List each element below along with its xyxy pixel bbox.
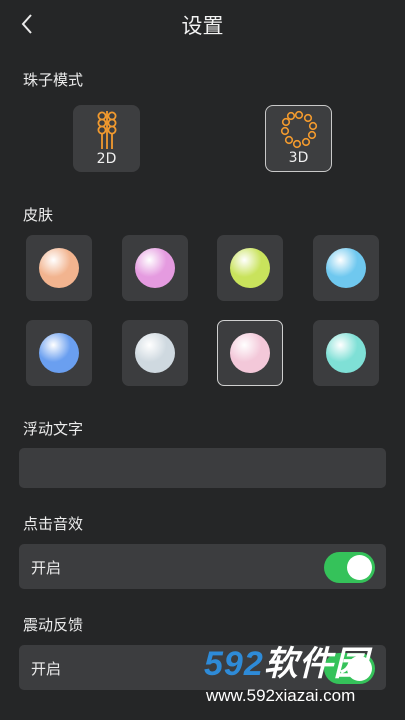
vibration-label: 震动反馈 (23, 616, 84, 634)
skin-option-2[interactable] (122, 235, 188, 301)
bead-mode-label: 珠子模式 (23, 71, 84, 89)
toggle-knob (347, 555, 372, 580)
vibration-status: 开启 (31, 660, 62, 678)
skin-option-4[interactable] (313, 235, 379, 301)
skin-ball (39, 333, 79, 373)
mode-2d-label: 2D (96, 151, 117, 167)
header: 设置 (0, 0, 405, 50)
skin-option-3[interactable] (217, 235, 283, 301)
watermark: 592软件园 www.592xiazai.com (198, 636, 405, 720)
click-sound-label: 点击音效 (23, 515, 84, 533)
skin-option-7[interactable] (217, 320, 283, 386)
floating-text-label: 浮动文字 (23, 420, 84, 438)
skin-option-6[interactable] (122, 320, 188, 386)
skin-ball (326, 248, 366, 288)
skin-ball (230, 333, 270, 373)
click-sound-row: 开启 (19, 544, 386, 589)
skin-ball (135, 248, 175, 288)
bead-string-icon (97, 111, 116, 149)
page-title: 设置 (181, 14, 224, 38)
skin-ball (135, 333, 175, 373)
skin-option-8[interactable] (313, 320, 379, 386)
bead-ring-icon (280, 110, 317, 149)
watermark-brand: 592软件园 (204, 636, 369, 685)
watermark-brand-text: 软件园 (263, 645, 369, 683)
click-sound-toggle[interactable] (324, 552, 375, 583)
skin-ball (230, 248, 270, 288)
floating-text-input[interactable] (19, 448, 386, 488)
skin-option-1[interactable] (26, 235, 92, 301)
mode-3d-option[interactable]: 3D (265, 105, 332, 172)
skin-option-5[interactable] (26, 320, 92, 386)
mode-2d-option[interactable]: 2D (73, 105, 140, 172)
skin-ball (326, 333, 366, 373)
click-sound-status: 开启 (31, 559, 62, 577)
watermark-brand-number: 592 (204, 645, 264, 683)
skin-label: 皮肤 (23, 206, 54, 224)
watermark-url: www.592xiazai.com (206, 686, 356, 705)
skin-ball (39, 248, 79, 288)
mode-3d-label: 3D (288, 150, 309, 166)
